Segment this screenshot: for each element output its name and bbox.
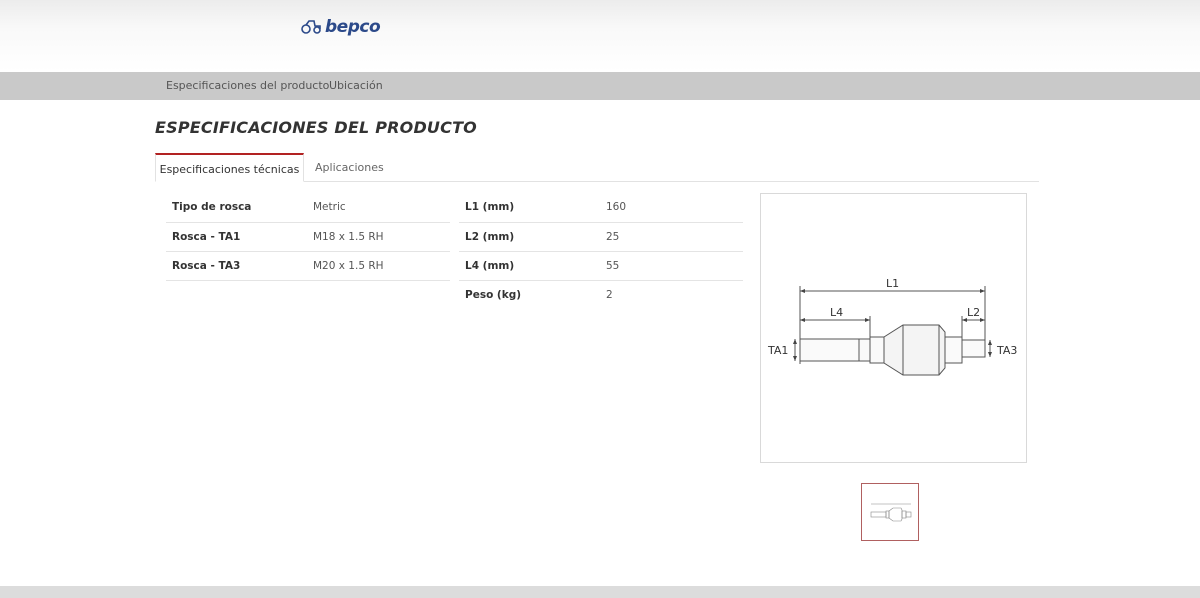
tab-bar: Especificaciones técnicas Aplicaciones [155, 153, 1039, 182]
table-row: Peso (kg) 2 [459, 280, 743, 309]
spec-label: Rosca - TA1 [166, 222, 313, 252]
table-row: L1 (mm) 160 [459, 193, 743, 223]
label-l2: L2 [967, 306, 980, 319]
spec-label: L4 (mm) [459, 251, 606, 281]
product-image[interactable]: L1 L4 L2 TA1 TA3 [760, 193, 1027, 463]
spec-value: M18 x 1.5 RH [313, 222, 450, 252]
spec-label: Rosca - TA3 [166, 251, 313, 281]
tractor-icon [301, 20, 321, 34]
nav-item-location[interactable]: Ubicación [329, 79, 383, 92]
table-row: L4 (mm) 55 [459, 251, 743, 281]
spec-label: L2 (mm) [459, 222, 606, 252]
label-ta3: TA3 [996, 344, 1017, 357]
brand-logo[interactable]: bepco [301, 17, 381, 37]
spec-table-right: L1 (mm) 160 L2 (mm) 25 L4 (mm) 55 Peso (… [459, 193, 743, 309]
spec-value: 160 [606, 193, 743, 223]
footer-bar [0, 586, 1200, 598]
spec-label: Tipo de rosca [166, 193, 313, 223]
label-l1: L1 [886, 277, 899, 290]
spec-label: Peso (kg) [465, 288, 522, 301]
spec-value: 25 [606, 222, 743, 252]
spec-value: M20 x 1.5 RH [313, 251, 450, 281]
table-row: Rosca - TA1 M18 x 1.5 RH [166, 222, 450, 252]
tab-applications[interactable]: Aplicaciones [315, 153, 384, 182]
page-title: ESPECIFICACIONES DEL PRODUCTO [155, 118, 477, 137]
thumbnail-diagram-icon [870, 503, 912, 522]
product-diagram: L1 L4 L2 TA1 TA3 [767, 277, 1017, 376]
logo-text: bepco [325, 17, 381, 37]
spec-value: Metric [313, 193, 450, 223]
table-row: Tipo de rosca Metric [166, 193, 450, 223]
spec-table-left: Tipo de rosca Metric Rosca - TA1 M18 x 1… [166, 193, 450, 281]
label-ta1: TA1 [767, 344, 788, 357]
label-l4: L4 [830, 306, 843, 319]
table-row: Rosca - TA3 M20 x 1.5 RH [166, 251, 450, 281]
product-thumbnail[interactable] [861, 483, 919, 541]
spec-value: 2 [606, 288, 613, 301]
tab-technical-specs[interactable]: Especificaciones técnicas [155, 153, 304, 182]
spec-value: 55 [606, 251, 743, 281]
nav-item-product-specs[interactable]: Especificaciones del producto [166, 79, 329, 92]
top-nav: Especificaciones del producto Ubicación [0, 72, 1200, 100]
site-header: bepco [0, 0, 1200, 72]
spec-label: L1 (mm) [459, 193, 606, 223]
table-row: L2 (mm) 25 [459, 222, 743, 252]
